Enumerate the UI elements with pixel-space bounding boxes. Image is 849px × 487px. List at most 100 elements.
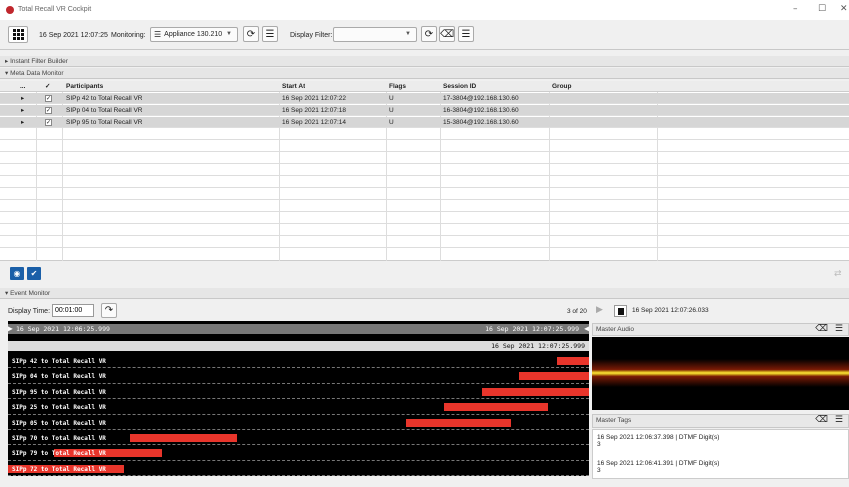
column-header-session[interactable]: Session ID	[443, 81, 476, 92]
tag-item[interactable]: 16 Sep 2021 12:06:41.391 | DTMF Digit(s)…	[597, 460, 719, 474]
meta-data-monitor-section[interactable]: ▾ Meta Data Monitor	[0, 68, 849, 79]
row-checkbox[interactable]: ✓	[45, 107, 52, 114]
section-title: Instant Filter Builder	[10, 58, 68, 65]
transfer-icon: ⇄	[834, 269, 842, 279]
eraser-icon: ⌫	[439, 28, 455, 40]
call-duration-bar[interactable]	[557, 357, 589, 365]
expand-row-icon[interactable]: ▸	[21, 93, 24, 104]
instant-filter-builder-section[interactable]: ▸ Instant Filter Builder	[0, 56, 849, 67]
timeline-call-row[interactable]: SIPp 95 to Total Recall VR	[8, 384, 589, 400]
tag-value: 3	[597, 467, 601, 474]
close-button[interactable]: ✕	[840, 4, 848, 14]
flags-cell: U	[389, 119, 394, 126]
column-header-check[interactable]: ✓	[45, 81, 50, 92]
start-cell: 16 Sep 2021 12:07:18	[282, 107, 346, 114]
timeline-call-row[interactable]: SIPp 42 to Total Recall VR	[8, 353, 589, 369]
event-timeline[interactable]: ▶ 16 Sep 2021 12:06:25.999 16 Sep 2021 1…	[8, 321, 589, 477]
event-monitor-section[interactable]: ▾ Event Monitor	[0, 288, 849, 299]
refresh-icon: ⟳	[424, 28, 434, 40]
current-datetime: 16 Sep 2021 12:07:25	[39, 32, 108, 39]
call-duration-bar[interactable]	[130, 434, 238, 442]
master-audio-header: Master Audio ⌫ ☰	[592, 323, 849, 336]
call-label: SIPp 04 to Total Recall VR	[12, 373, 106, 381]
maximize-button[interactable]: ☐	[818, 4, 826, 14]
session-cell: 16-3804@192.168.130.60	[443, 107, 519, 114]
column-header-flags[interactable]: Flags	[389, 81, 406, 92]
column-header-start[interactable]: Start At	[282, 81, 305, 92]
range-end-handle-icon[interactable]: ◀	[584, 324, 589, 334]
call-duration-bar[interactable]	[443, 403, 549, 412]
record-button[interactable]: ◉	[10, 267, 24, 280]
participants-cell: SIPp 04 to Total Recall VR	[66, 107, 143, 114]
apps-grid-button[interactable]	[8, 26, 28, 43]
master-tags-list: 16 Sep 2021 12:06:37.398 | DTMF Digit(s)…	[592, 429, 849, 479]
eraser-icon[interactable]: ⌫	[815, 324, 828, 335]
monitoring-select[interactable]: ☰ Appliance 130.210 ▼	[150, 27, 238, 42]
timeline-axis: 16 Sep 2021 12:07:25.999	[8, 341, 589, 351]
call-label: SIPp 05 to Total Recall VR	[12, 419, 106, 427]
start-cell: 16 Sep 2021 12:07:14	[282, 119, 346, 126]
table-row[interactable]: ▸ ✓ SIPp 95 to Total Recall VR 16 Sep 20…	[0, 117, 849, 128]
monitoring-select-value: Appliance 130.210	[164, 31, 223, 38]
master-audio-waveform[interactable]	[592, 337, 849, 410]
participants-cell: SIPp 42 to Total Recall VR	[66, 95, 143, 102]
apply-time-button[interactable]: ↷	[101, 303, 117, 318]
timeline-call-row[interactable]: SIPp 70 to Total Recall VR	[8, 430, 589, 446]
call-duration-bar[interactable]	[481, 387, 589, 396]
tag-item[interactable]: 16 Sep 2021 12:06:37.398 | DTMF Digit(s)…	[597, 434, 719, 448]
range-start-handle-icon[interactable]: ▶	[8, 324, 13, 334]
timeline-call-row[interactable]: SIPp 79 to Total Recall VR	[8, 445, 589, 461]
table-header: ... ✓ Participants Start At Flags Sessio…	[0, 81, 849, 92]
chevron-down-icon: ▼	[405, 31, 411, 37]
column-header-group[interactable]: Group	[552, 81, 572, 92]
call-label: SIPp 42 to Total Recall VR	[12, 358, 106, 365]
timeline-call-row[interactable]: SIPp 72 to Total Recall VR	[8, 461, 589, 477]
timeline-call-row[interactable]: SIPp 05 to Total Recall VR	[8, 415, 589, 430]
meta-data-table: ... ✓ Participants Start At Flags Sessio…	[0, 81, 849, 261]
forward-arrow-icon: ↷	[104, 305, 114, 316]
tag-text: 16 Sep 2021 12:06:41.391 | DTMF Digit(s)	[597, 460, 720, 467]
table-row[interactable]: ▸ ✓ SIPp 42 to Total Recall VR 16 Sep 20…	[0, 93, 849, 104]
call-duration-bar[interactable]	[519, 372, 589, 381]
stop-button[interactable]	[614, 305, 627, 317]
eraser-icon[interactable]: ⌫	[815, 415, 828, 426]
menu-icon: ☰	[461, 28, 471, 40]
table-row[interactable]: ▸ ✓ SIPp 04 to Total Recall VR 16 Sep 20…	[0, 105, 849, 116]
display-time-input[interactable]	[52, 304, 94, 317]
settings-sliders-icon[interactable]: ☰	[835, 324, 843, 335]
timeline-call-row[interactable]: SIPp 04 to Total Recall VR	[8, 368, 589, 384]
timeline-call-row[interactable]: SIPp 25 to Total Recall VR	[8, 399, 589, 415]
row-checkbox[interactable]: ✓	[45, 95, 52, 102]
filter-menu-button[interactable]: ☰	[458, 26, 474, 42]
menu-icon: ☰	[265, 28, 275, 40]
flags-cell: U	[389, 95, 394, 102]
timeline-range-bar[interactable]: ▶ 16 Sep 2021 12:06:25.999 16 Sep 2021 1…	[8, 324, 589, 334]
record-icon: ◉	[13, 269, 21, 278]
expand-row-icon[interactable]: ▸	[21, 117, 24, 128]
waveform-graphic	[592, 359, 849, 387]
call-label: SIPp 79 to Total Recall VR	[12, 450, 106, 458]
range-end: 16 Sep 2021 12:07:25.999	[485, 325, 579, 333]
clear-filter-button[interactable]: ⌫	[439, 26, 455, 42]
refresh-button[interactable]: ⟳	[243, 26, 259, 42]
column-header-participants[interactable]: Participants	[66, 81, 103, 92]
minimize-button[interactable]: –	[793, 4, 798, 14]
row-checkbox[interactable]: ✓	[45, 119, 52, 126]
display-filter-select[interactable]: ▼	[333, 27, 417, 42]
session-cell: 15-3804@192.168.130.60	[443, 119, 519, 126]
call-duration-bar[interactable]	[405, 418, 511, 427]
menu-button[interactable]: ☰	[262, 26, 278, 42]
playback-time: 16 Sep 2021 12:07:26.033	[632, 307, 709, 314]
call-label: SIPp 95 to Total Recall VR	[12, 388, 106, 396]
confirm-button[interactable]: ✔	[27, 267, 41, 280]
filter-refresh-button[interactable]: ⟳	[421, 26, 437, 42]
expand-row-icon[interactable]: ▸	[21, 105, 24, 116]
call-label: SIPp 72 to Total Recall VR	[12, 465, 106, 473]
axis-end-label: 16 Sep 2021 12:07:25.999	[491, 342, 585, 350]
menu-icon[interactable]: ☰	[835, 415, 843, 426]
call-label: SIPp 25 to Total Recall VR	[12, 404, 106, 412]
play-icon[interactable]: ▶	[596, 305, 603, 315]
column-header-dots[interactable]: ...	[20, 81, 25, 92]
app-logo-icon	[6, 6, 14, 14]
section-title: Meta Data Monitor	[10, 70, 64, 77]
